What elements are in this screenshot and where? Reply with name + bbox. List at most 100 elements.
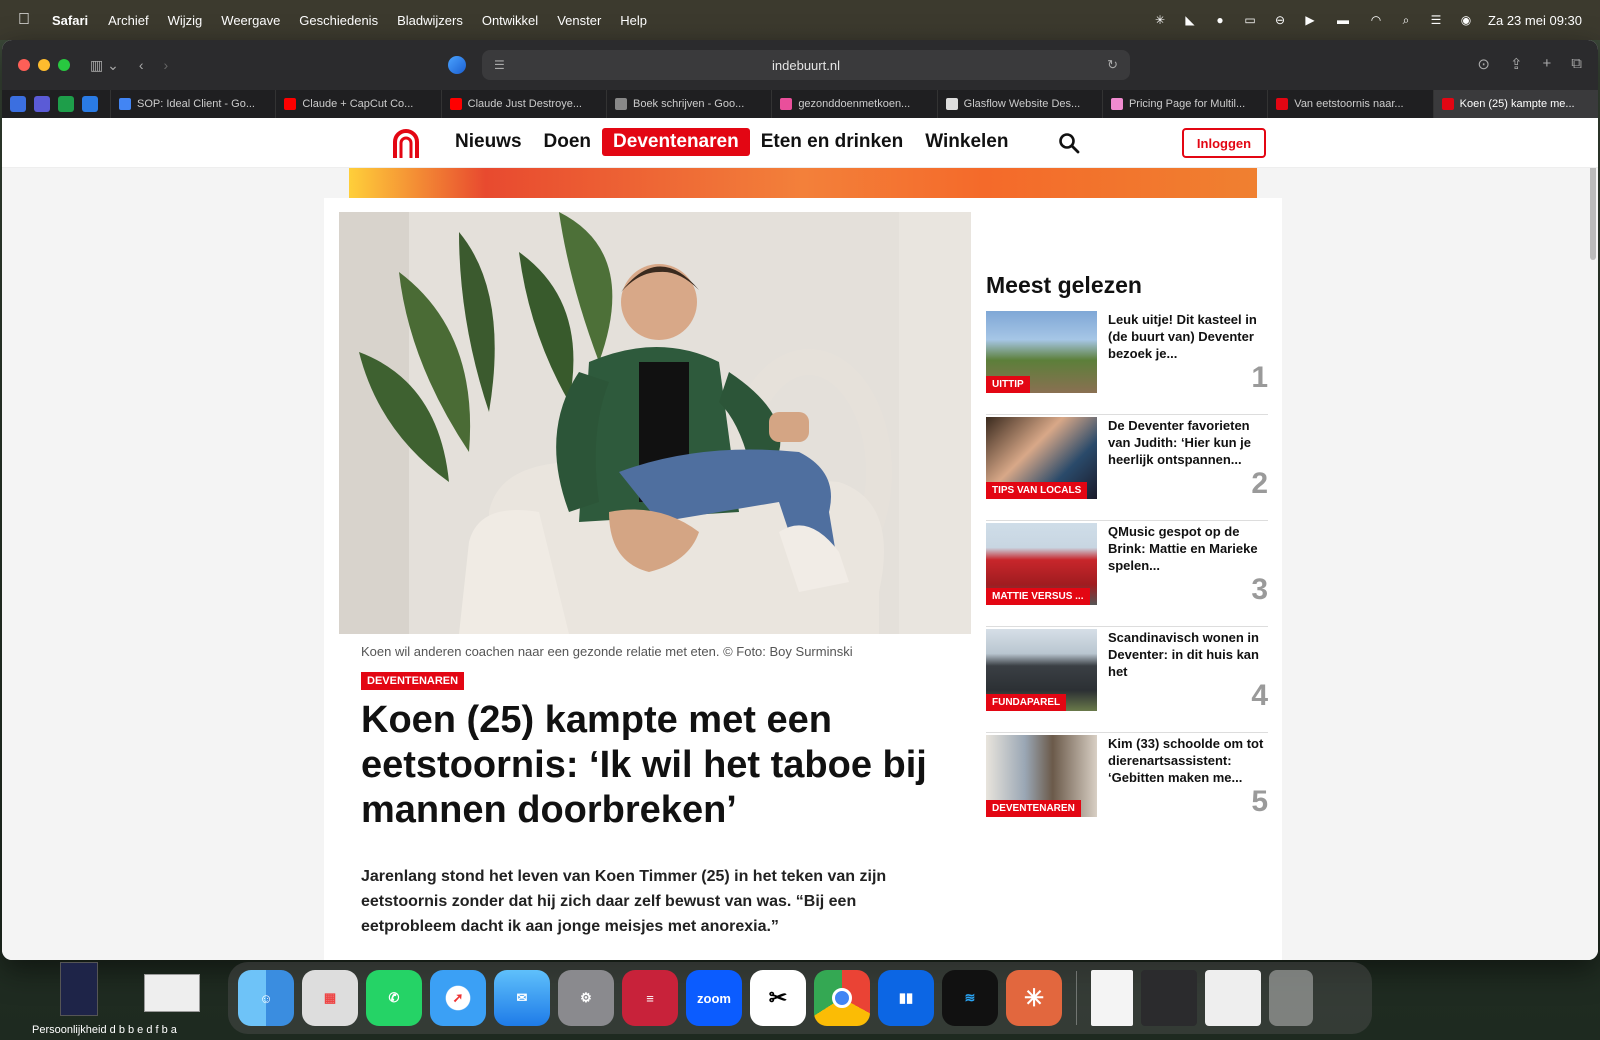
most-read-item-title[interactable]: Kim (33) schoolde om tot dierenartsassis…	[1108, 735, 1268, 786]
trash-icon[interactable]	[1269, 970, 1313, 1026]
back-icon[interactable]: ‹	[139, 57, 144, 73]
article-headline: Koen (25) kampte met een eetstoornis: ‘I…	[361, 699, 927, 831]
tab-3[interactable]: Boek schrijven - Goo...	[605, 90, 771, 118]
safari-icon[interactable]: ➚	[430, 970, 486, 1026]
zoom-window-button[interactable]	[58, 59, 70, 71]
hero-photo	[339, 212, 971, 634]
forward-icon[interactable]: ›	[164, 57, 169, 73]
pinned-tab-apps-icon[interactable]	[10, 96, 26, 112]
nav-nieuws[interactable]: Nieuws	[444, 128, 533, 156]
url-text[interactable]: indebuurt.nl	[772, 58, 840, 73]
window-thumbnail-icon[interactable]	[1141, 970, 1197, 1026]
siri-icon[interactable]: ◉	[1458, 13, 1474, 27]
display-icon[interactable]: ▭	[1242, 13, 1258, 27]
most-read-rank: 2	[1251, 467, 1268, 500]
tab-6[interactable]: Pricing Page for Multil...	[1101, 90, 1267, 118]
most-read-item[interactable]: DEVENTENAREN Kim (33) schoolde om tot di…	[986, 733, 1268, 839]
desktop-file-thumbnail[interactable]	[144, 974, 200, 1012]
close-window-button[interactable]	[18, 59, 30, 71]
tab-4[interactable]: gezonddoenmetkoen...	[771, 90, 936, 118]
address-bar[interactable]: ☰ indebuurt.nl ↻	[482, 50, 1130, 80]
nav-doen[interactable]: Doen	[533, 128, 603, 156]
cast-icon[interactable]: ◣	[1182, 13, 1198, 27]
most-read-item[interactable]: FUNDAPAREL Scandinavisch wonen in Devent…	[986, 627, 1268, 733]
control-center-icon[interactable]: ☰	[1428, 13, 1444, 27]
finder-icon[interactable]: ☺	[238, 970, 294, 1026]
most-read-item[interactable]: MATTIE VERSUS ... QMusic gespot op de Br…	[986, 521, 1268, 627]
document-thumbnail-icon[interactable]	[1091, 970, 1133, 1026]
launchpad-icon[interactable]: ▦	[302, 970, 358, 1026]
menu-wijzig[interactable]: Wijzig	[168, 13, 203, 28]
menu-archief[interactable]: Archief	[108, 13, 148, 28]
extension-icon[interactable]	[448, 56, 466, 74]
pinned-tab-icon[interactable]	[34, 96, 50, 112]
most-read-item-title[interactable]: QMusic gespot op de Brink: Mattie en Mar…	[1108, 523, 1268, 574]
capcut-icon[interactable]: ✂	[750, 970, 806, 1026]
tab-active[interactable]: Koen (25) kampte me...	[1432, 90, 1598, 118]
most-read-thumbnail[interactable]: FUNDAPAREL	[986, 629, 1097, 711]
tab-2[interactable]: Claude Just Destroye...	[440, 90, 606, 118]
new-tab-icon[interactable]: +	[1543, 55, 1552, 73]
menu-bladwijzers[interactable]: Bladwijzers	[397, 13, 463, 28]
menu-ontwikkel[interactable]: Ontwikkel	[482, 13, 538, 28]
desktop-file-thumbnail[interactable]	[60, 962, 98, 1016]
tab-7[interactable]: Van eetstoornis naar...	[1267, 90, 1432, 118]
page-menu-icon[interactable]: ☰	[494, 58, 505, 72]
battery-icon[interactable]: ▬	[1332, 13, 1354, 27]
most-read-label: TIPS VAN LOCALS	[986, 482, 1088, 499]
play-icon[interactable]: ▶	[1302, 13, 1318, 27]
most-read-thumbnail[interactable]: DEVENTENAREN	[986, 735, 1097, 817]
system-settings-icon[interactable]: ⚙	[558, 970, 614, 1026]
advertisement-banner[interactable]	[349, 168, 1257, 198]
tab-5[interactable]: Glasflow Website Des...	[936, 90, 1102, 118]
tab-0[interactable]: SOP: Ideal Client - Go...	[110, 90, 275, 118]
pinned-tab-sheets-icon[interactable]	[58, 96, 74, 112]
focus-icon[interactable]: ⊖	[1272, 13, 1288, 27]
desktop-file-label[interactable]: Persoonlijkheid d b b e d f b a	[32, 1024, 177, 1036]
mail-icon[interactable]: ✉	[494, 970, 550, 1026]
spotlight-icon[interactable]: ⌕	[1398, 13, 1414, 27]
asterisk-icon[interactable]: ✳	[1152, 13, 1168, 27]
nav-winkelen[interactable]: Winkelen	[914, 128, 1019, 156]
app-icon[interactable]: ≋	[942, 970, 998, 1026]
menu-help[interactable]: Help	[620, 13, 647, 28]
zoom-icon[interactable]: zoom	[686, 970, 742, 1026]
menu-weergave[interactable]: Weergave	[221, 13, 280, 28]
downloads-icon[interactable]: ⊙	[1477, 55, 1490, 73]
app-icon[interactable]: ≡	[622, 970, 678, 1026]
login-button[interactable]: Inloggen	[1182, 128, 1266, 158]
chrome-icon[interactable]	[814, 970, 870, 1026]
most-read-item[interactable]: TIPS VAN LOCALS De Deventer favorieten v…	[986, 415, 1268, 521]
most-read-item-title[interactable]: Leuk uitje! Dit kasteel in (de buurt van…	[1108, 311, 1268, 362]
minimize-window-button[interactable]	[38, 59, 50, 71]
whatsapp-icon[interactable]: ✆	[366, 970, 422, 1026]
page-scrollbar[interactable]	[1590, 160, 1596, 260]
pinned-tab-calendar-icon[interactable]	[82, 96, 98, 112]
window-thumbnail-icon[interactable]	[1205, 970, 1261, 1026]
claude-icon[interactable]: ✳	[1006, 970, 1062, 1026]
nav-eten-en-drinken[interactable]: Eten en drinken	[750, 128, 915, 156]
nav-deventenaren[interactable]: Deventenaren	[602, 128, 750, 156]
menu-clock[interactable]: Za 23 mei 09:30	[1488, 13, 1582, 28]
category-badge[interactable]: DEVENTENAREN	[361, 672, 465, 690]
tab-1[interactable]: Claude + CapCut Co...	[275, 90, 440, 118]
menu-geschiedenis[interactable]: Geschiedenis	[299, 13, 378, 28]
most-read-thumbnail[interactable]: TIPS VAN LOCALS	[986, 417, 1097, 499]
most-read-thumbnail[interactable]: MATTIE VERSUS ...	[986, 523, 1097, 605]
most-read-item-title[interactable]: Scandinavisch wonen in Deventer: in dit …	[1108, 629, 1268, 680]
wifi-icon[interactable]: ◠	[1368, 13, 1384, 27]
sidebar-toggle-icon[interactable]: ▥ ⌄	[90, 57, 119, 74]
trello-icon[interactable]: ▮▮	[878, 970, 934, 1026]
reload-icon[interactable]: ↻	[1107, 57, 1118, 73]
indebuurt-logo-icon[interactable]	[392, 128, 420, 158]
tab-overview-icon[interactable]: ⧉	[1571, 55, 1582, 73]
apple-icon[interactable]: 	[18, 11, 30, 29]
menu-app-name[interactable]: Safari	[52, 13, 88, 28]
menu-venster[interactable]: Venster	[557, 13, 601, 28]
most-read-item[interactable]: UITTIP Leuk uitje! Dit kasteel in (de bu…	[986, 309, 1268, 415]
app-status-icon[interactable]: ●	[1212, 13, 1228, 27]
search-icon[interactable]	[1058, 132, 1080, 154]
most-read-thumbnail[interactable]: UITTIP	[986, 311, 1097, 393]
most-read-item-title[interactable]: De Deventer favorieten van Judith: ‘Hier…	[1108, 417, 1268, 468]
share-icon[interactable]: ⇪	[1510, 55, 1523, 73]
